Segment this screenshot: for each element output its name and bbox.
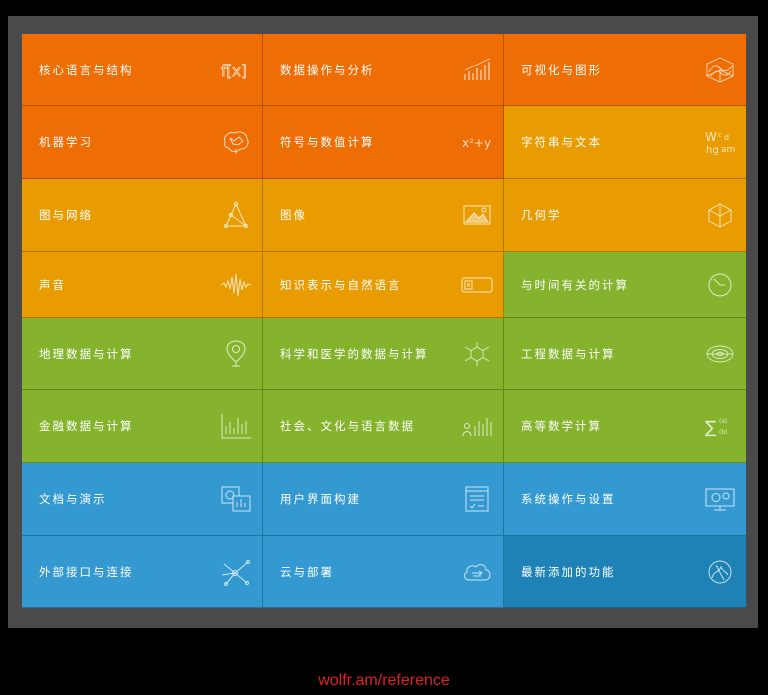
tile-label: 外部接口与连接 — [39, 564, 134, 579]
tile-sound[interactable]: 声音 — [22, 252, 263, 318]
tile-images[interactable]: 图像 — [263, 179, 504, 252]
tile-label: 字符串与文本 — [521, 135, 602, 149]
tile-time-computation[interactable]: 与时间有关的计算 — [504, 252, 746, 318]
tile-scientific-medical-data[interactable]: 科学和医学的数据与计算 — [263, 318, 504, 390]
tile-external-interfaces[interactable]: 外部接口与连接 — [22, 536, 263, 608]
tile-label: 最新添加的功能 — [521, 564, 616, 579]
tile-label: 知识表示与自然语言 — [280, 277, 402, 292]
people-chart-icon — [461, 412, 493, 440]
svg-text:(b): (b) — [719, 429, 728, 436]
monitor-gears-icon — [704, 485, 736, 513]
brain-icon — [220, 128, 252, 156]
tile-documents-presentations[interactable]: 文档与演示 — [22, 463, 263, 536]
svg-text:c: c — [718, 131, 722, 139]
svg-text:x²+y: x²+y — [462, 136, 491, 150]
function-fx-icon: f[x] — [220, 56, 252, 84]
tile-ui-construction[interactable]: 用户界面构建 — [263, 463, 504, 536]
svg-text:W: W — [705, 130, 717, 144]
tile-label: 高等数学计算 — [521, 419, 602, 433]
ui-form-icon — [461, 485, 493, 513]
reference-link[interactable]: wolfr.am/reference — [0, 672, 768, 690]
document-presentation-icon — [220, 485, 252, 513]
tile-label: 文档与演示 — [39, 492, 107, 506]
svg-text:∑: ∑ — [705, 418, 717, 438]
tile-label: 社会、文化与语言数据 — [280, 419, 415, 433]
tile-advanced-math[interactable]: 高等数学计算 ∑ (a) (b) — [504, 390, 746, 463]
tile-strings-text[interactable]: 字符串与文本 Wc d hg am — [504, 106, 746, 179]
graph-network-icon — [220, 201, 252, 229]
tile-system-operations[interactable]: 系统操作与设置 — [504, 463, 746, 536]
tile-label: 图像 — [280, 208, 307, 222]
clock-icon — [704, 271, 736, 299]
tile-label: 数据操作与分析 — [280, 62, 375, 77]
tile-social-cultural-data[interactable]: 社会、文化与语言数据 — [263, 390, 504, 463]
knowledge-card-icon — [461, 271, 493, 299]
tile-machine-learning[interactable]: 机器学习 — [22, 106, 263, 179]
image-icon — [461, 201, 493, 229]
tile-data-manipulation[interactable]: 数据操作与分析 — [263, 34, 504, 106]
bar-chart-icon — [461, 56, 493, 84]
new-features-icon — [704, 558, 736, 586]
tile-knowledge-representation[interactable]: 知识表示与自然语言 — [263, 252, 504, 318]
svg-text:am: am — [721, 145, 735, 155]
tile-label: 声音 — [39, 277, 66, 292]
text-letters-icon: Wc d hg am — [704, 128, 736, 156]
function-category-grid: 核心语言与结构 f[x] 数据操作与分析 可视化与图形 机器学习 符号与数值计算… — [22, 34, 746, 608]
stock-chart-icon — [220, 412, 252, 440]
tile-label: 用户界面构建 — [280, 492, 361, 506]
tile-label: 工程数据与计算 — [521, 346, 616, 361]
tile-label: 可视化与图形 — [521, 62, 602, 77]
tile-visualization[interactable]: 可视化与图形 — [504, 34, 746, 106]
3d-surface-plot-icon — [704, 56, 736, 84]
svg-text:hg: hg — [706, 145, 719, 156]
map-pin-icon — [220, 339, 252, 368]
sound-wave-icon — [220, 271, 252, 299]
tile-geographic-data[interactable]: 地理数据与计算 — [22, 318, 263, 390]
engineering-part-icon — [704, 340, 736, 368]
tile-label: 几何学 — [521, 208, 562, 222]
tile-new-features[interactable]: 最新添加的功能 — [504, 536, 746, 608]
tile-symbolic-numeric[interactable]: 符号与数值计算 x²+y — [263, 106, 504, 179]
svg-text:d: d — [724, 133, 729, 142]
tile-cloud-deployment[interactable]: 云与部署 — [263, 536, 504, 608]
cloud-icon — [461, 558, 493, 586]
geometry-polyhedron-icon — [704, 201, 736, 229]
tile-label: 与时间有关的计算 — [521, 277, 629, 292]
tile-label: 金融数据与计算 — [39, 419, 134, 433]
svg-text:(a): (a) — [719, 418, 727, 425]
tile-financial-data[interactable]: 金融数据与计算 — [22, 390, 263, 463]
summation-icon: ∑ (a) (b) — [704, 412, 736, 440]
formula-icon: x²+y — [461, 128, 493, 156]
svg-text:f[x]: f[x] — [221, 62, 247, 80]
tile-label: 符号与数值计算 — [280, 135, 375, 149]
tile-label: 图与网络 — [39, 208, 93, 222]
tile-engineering-data[interactable]: 工程数据与计算 — [504, 318, 746, 390]
tile-label: 科学和医学的数据与计算 — [280, 346, 429, 361]
tile-label: 云与部署 — [280, 564, 334, 579]
molecule-icon — [461, 340, 493, 368]
tile-label: 地理数据与计算 — [39, 346, 134, 361]
tile-geometry[interactable]: 几何学 — [504, 179, 746, 252]
tile-core-language[interactable]: 核心语言与结构 f[x] — [22, 34, 263, 106]
tile-label: 核心语言与结构 — [39, 62, 134, 77]
tile-label: 机器学习 — [39, 135, 93, 149]
tile-graphs-networks[interactable]: 图与网络 — [22, 179, 263, 252]
network-hub-icon — [220, 558, 252, 586]
tile-label: 系统操作与设置 — [521, 492, 616, 506]
